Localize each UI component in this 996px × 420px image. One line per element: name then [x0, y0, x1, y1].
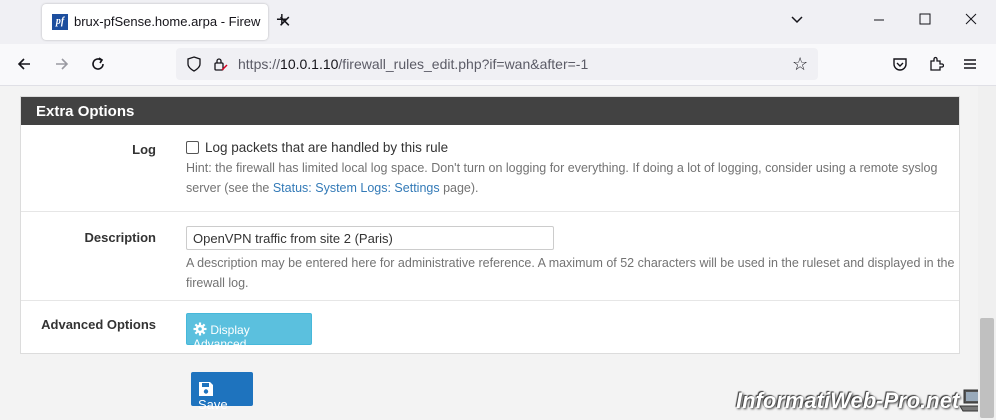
description-hint: A description may be entered here for ad… [186, 256, 955, 290]
url-host: 10.0.1.10 [280, 56, 339, 72]
url-bar[interactable]: https://10.0.1.10/firewall_rules_edit.ph… [176, 48, 818, 80]
log-checkbox-label[interactable]: Log packets that are handled by this rul… [205, 140, 448, 155]
page-scrollbar[interactable] [978, 86, 996, 420]
tracking-protection-shield-icon[interactable] [186, 56, 202, 72]
advanced-options-label: Advanced Options [41, 317, 156, 332]
url-text: https://10.0.1.10/firewall_rules_edit.ph… [238, 56, 588, 72]
url-prefix: https:// [238, 56, 281, 72]
extra-options-panel: Extra Options Log Log packets that are h… [20, 96, 960, 354]
description-input[interactable] [186, 226, 554, 250]
page-content: Extra Options Log Log packets that are h… [0, 86, 978, 420]
minimize-icon[interactable] [872, 12, 886, 29]
description-row: Description A description may be entered… [21, 212, 959, 301]
panel-heading: Extra Options [21, 97, 959, 125]
log-label: Log [132, 142, 156, 157]
watermark-text: InformatiWeb-Pro.net [736, 388, 960, 413]
gear-icon [193, 322, 207, 336]
reload-icon[interactable] [90, 56, 106, 76]
list-tabs-chevron-icon[interactable] [790, 12, 804, 29]
laptop-logo-icon [959, 389, 978, 412]
save-label: Save [198, 397, 228, 412]
tab-title: brux-pfSense.home.arpa - Firew [74, 14, 261, 29]
log-row: Log Log packets that are handled by this… [21, 125, 959, 212]
tab-bar: pf brux-pfSense.home.arpa - Firew ✕ + [0, 0, 996, 44]
navigation-bar: https://10.0.1.10/firewall_rules_edit.ph… [0, 44, 996, 86]
log-hint-tail: page). [439, 181, 479, 195]
description-content: A description may be entered here for ad… [186, 226, 956, 293]
browser-tab[interactable]: pf brux-pfSense.home.arpa - Firew ✕ [42, 4, 291, 40]
extensions-puzzle-icon[interactable] [928, 56, 945, 76]
window-close-icon[interactable] [964, 12, 978, 29]
description-label: Description [84, 230, 156, 245]
floppy-disk-icon [199, 382, 213, 396]
log-checkbox-line[interactable]: Log packets that are handled by this rul… [186, 140, 956, 155]
scrollbar-thumb[interactable] [980, 318, 994, 418]
log-checkbox[interactable] [186, 141, 199, 154]
display-advanced-button[interactable]: Display Advanced [186, 313, 312, 351]
save-button[interactable]: Save [191, 372, 253, 412]
log-hint: Hint: the firewall has limited local log… [186, 158, 956, 198]
connection-lock-warning-icon[interactable] [212, 56, 228, 72]
back-arrow-icon[interactable] [16, 56, 32, 76]
pocket-icon[interactable] [892, 56, 908, 76]
log-content: Log packets that are handled by this rul… [186, 140, 956, 198]
forward-arrow-icon[interactable] [54, 56, 70, 76]
hamburger-menu-icon[interactable] [962, 56, 978, 76]
bookmark-star-icon[interactable]: ☆ [792, 54, 808, 75]
pfsense-favicon-icon: pf [52, 14, 68, 30]
new-tab-icon[interactable]: + [276, 10, 288, 30]
maximize-icon[interactable] [918, 12, 932, 29]
advanced-options-row: Advanced Options Display Advanced [21, 301, 959, 353]
url-path: /firewall_rules_edit.php?if=wan&after=-1 [338, 56, 589, 72]
system-logs-settings-link[interactable]: Status: System Logs: Settings [273, 181, 440, 195]
